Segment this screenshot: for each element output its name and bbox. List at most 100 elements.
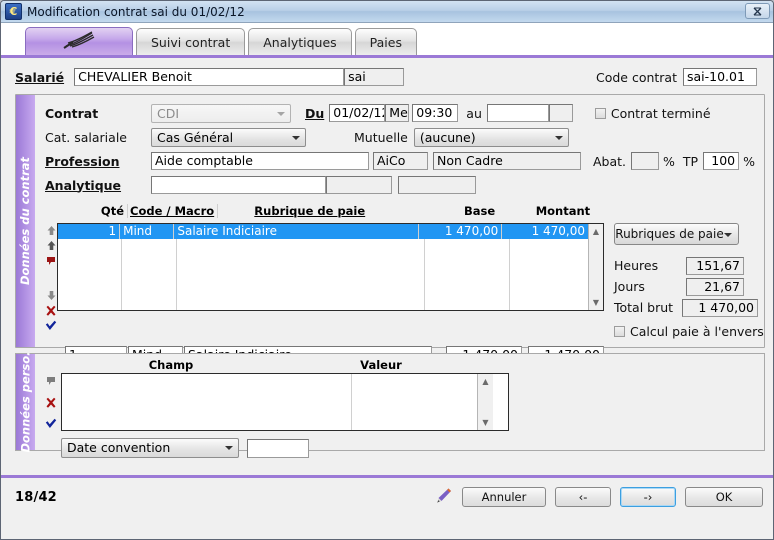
chevron-down-icon bbox=[554, 135, 563, 140]
jours-label: Jours bbox=[614, 279, 645, 294]
heures-input[interactable]: 151,67 bbox=[686, 256, 744, 275]
abat-input[interactable] bbox=[631, 152, 660, 170]
pay-grid-area: 1 Mind Salaire Indiciaire 1 470,00 1 470… bbox=[45, 223, 764, 342]
mutuelle-select[interactable]: (aucune) bbox=[413, 127, 569, 147]
insert-icon[interactable] bbox=[46, 255, 57, 270]
window-title: Modification contrat sai du 01/02/12 bbox=[27, 4, 245, 19]
perso-grid[interactable]: ▲ ▼ bbox=[61, 373, 509, 431]
checkbox-box-icon bbox=[594, 107, 606, 119]
grid-column-divider bbox=[176, 239, 177, 310]
salarie-code-input[interactable]: sai bbox=[344, 68, 405, 86]
profession-statut-input[interactable]: Non Cadre bbox=[433, 152, 581, 170]
pay-summary-panel: Rubriques de paie Heures 151,67 Jours 21… bbox=[614, 223, 764, 342]
pay-grid[interactable]: 1 Mind Salaire Indiciaire 1 470,00 1 470… bbox=[57, 223, 604, 311]
chevron-down-icon bbox=[277, 111, 285, 116]
cell-rubrique: Salaire Indiciaire bbox=[174, 224, 419, 239]
scroll-up-icon[interactable]: ▲ bbox=[590, 225, 603, 238]
salarie-input[interactable]: CHEVALIER Benoit bbox=[74, 68, 345, 86]
table-row[interactable]: 1 Mind Salaire Indiciaire 1 470,00 1 470… bbox=[58, 224, 588, 239]
tp-input[interactable]: 100 bbox=[703, 152, 740, 170]
pay-grid-col-montant: Montant bbox=[535, 204, 591, 218]
abat-label: Abat. bbox=[593, 153, 627, 169]
cat-salariale-select[interactable]: Cas Général bbox=[151, 127, 306, 147]
pay-grid-header: Qté Code / Macro Rubrique de paie Base M… bbox=[45, 203, 758, 219]
du-date-input[interactable]: 01/02/12 bbox=[329, 104, 386, 122]
contrat-type-select[interactable]: CDI bbox=[151, 103, 291, 123]
next-button[interactable]: -› bbox=[620, 487, 676, 507]
delete-icon[interactable] bbox=[45, 397, 57, 412]
tp-label: TP bbox=[682, 153, 699, 169]
contrat-row: Contrat CDI Du 01/02/12 Me 09:30 au Cont… bbox=[45, 101, 758, 125]
validate-icon[interactable] bbox=[45, 418, 57, 433]
ok-button[interactable]: OK bbox=[685, 487, 763, 507]
chevron-down-icon bbox=[292, 135, 300, 140]
code-contrat-input[interactable]: sai-10.01 bbox=[683, 68, 757, 86]
contract-edit-window: € Modification contrat sai du 01/02/12 S… bbox=[0, 0, 774, 540]
jours-input[interactable]: 21,67 bbox=[686, 277, 744, 296]
contract-data-side-tab[interactable]: Données du contrat bbox=[16, 95, 35, 347]
scroll-up-icon[interactable]: ▲ bbox=[479, 375, 492, 388]
tab-suivi-contrat[interactable]: Suivi contrat bbox=[136, 28, 246, 55]
du-label: Du bbox=[305, 105, 325, 121]
tab-paies[interactable]: Paies bbox=[354, 28, 417, 55]
previous-button[interactable]: ‹- bbox=[555, 487, 611, 507]
move-up-icon[interactable] bbox=[46, 225, 57, 240]
validate-icon[interactable] bbox=[45, 320, 57, 335]
pay-grid-scrollbar[interactable]: ▲ ▼ bbox=[588, 224, 603, 310]
chevron-down-icon bbox=[225, 446, 233, 450]
calcul-envers-checkbox[interactable]: Calcul paie à l'envers bbox=[614, 321, 764, 342]
tab-strip: Suivi contrat Analytiques Paies bbox=[1, 23, 773, 55]
rubriques-de-paie-button[interactable]: Rubriques de paie bbox=[614, 223, 739, 245]
perso-grid-scrollbar[interactable]: ▲ ▼ bbox=[477, 374, 493, 430]
chevron-down-icon bbox=[724, 233, 732, 237]
analytique-extra-input[interactable] bbox=[398, 176, 476, 194]
pay-grid-col-rubrique: Rubrique de paie bbox=[254, 204, 366, 218]
au-day-input[interactable] bbox=[548, 104, 573, 122]
perso-valeur-input[interactable] bbox=[247, 438, 309, 458]
perso-champ-select[interactable]: Date convention bbox=[61, 438, 239, 458]
scroll-down-icon[interactable]: ▼ bbox=[479, 416, 492, 429]
perso-data-side-label: Données perso. bbox=[18, 351, 33, 453]
perso-grid-body bbox=[62, 374, 477, 430]
scroll-down-icon[interactable]: ▼ bbox=[590, 296, 603, 309]
tp-unit: % bbox=[743, 153, 755, 169]
title-bar: € Modification contrat sai du 01/02/12 bbox=[1, 1, 773, 23]
close-icon[interactable] bbox=[745, 3, 770, 19]
cell-qte: 1 bbox=[58, 224, 121, 239]
move-down-icon[interactable] bbox=[46, 290, 57, 305]
pay-grid-col-qte: Qté bbox=[65, 204, 128, 218]
insert-icon[interactable] bbox=[46, 375, 57, 390]
perso-row-actions bbox=[41, 373, 61, 434]
tab-analytiques[interactable]: Analytiques bbox=[248, 28, 352, 55]
contrat-label: Contrat bbox=[45, 105, 99, 121]
move-top-icon[interactable] bbox=[46, 240, 57, 255]
du-day-input[interactable]: Me bbox=[385, 104, 410, 122]
tab-label: Paies bbox=[369, 34, 402, 50]
mutuelle-label: Mutuelle bbox=[354, 129, 408, 145]
pen-edit-icon[interactable] bbox=[435, 487, 453, 507]
delete-icon[interactable] bbox=[45, 305, 57, 320]
tab-label: Suivi contrat bbox=[151, 34, 231, 50]
total-brut-label: Total brut bbox=[614, 300, 674, 315]
cancel-button[interactable]: Annuler bbox=[462, 487, 546, 507]
contrat-termine-checkbox[interactable]: Contrat terminé bbox=[594, 106, 711, 121]
du-time-input[interactable]: 09:30 bbox=[412, 104, 459, 122]
salarie-row: Salarié CHEVALIER Benoit sai Code contra… bbox=[1, 58, 773, 90]
au-date-input[interactable] bbox=[486, 104, 549, 122]
tab-contrat[interactable] bbox=[25, 27, 133, 55]
total-brut-input[interactable]: 1 470,00 bbox=[682, 298, 758, 317]
cell-montant: 1 470,00 bbox=[531, 224, 585, 238]
perso-data-side-tab[interactable]: Données perso. bbox=[16, 351, 35, 453]
profession-input[interactable]: Aide comptable bbox=[151, 152, 369, 170]
feather-quill-icon bbox=[62, 30, 96, 53]
rubriques-de-paie-label: Rubriques de paie bbox=[615, 227, 724, 241]
profession-code-input[interactable]: AiCo bbox=[373, 152, 428, 170]
ok-label: OK bbox=[715, 490, 733, 504]
analytique-code-input[interactable] bbox=[326, 176, 392, 194]
contrat-type-value: CDI bbox=[157, 105, 180, 121]
pay-grid-row-actions bbox=[45, 223, 57, 342]
analytique-input[interactable] bbox=[151, 176, 326, 194]
grid-column-divider bbox=[424, 239, 425, 310]
pay-grid-col-code: Code / Macro bbox=[128, 204, 219, 218]
perso-edit-row: Date convention bbox=[61, 438, 758, 458]
